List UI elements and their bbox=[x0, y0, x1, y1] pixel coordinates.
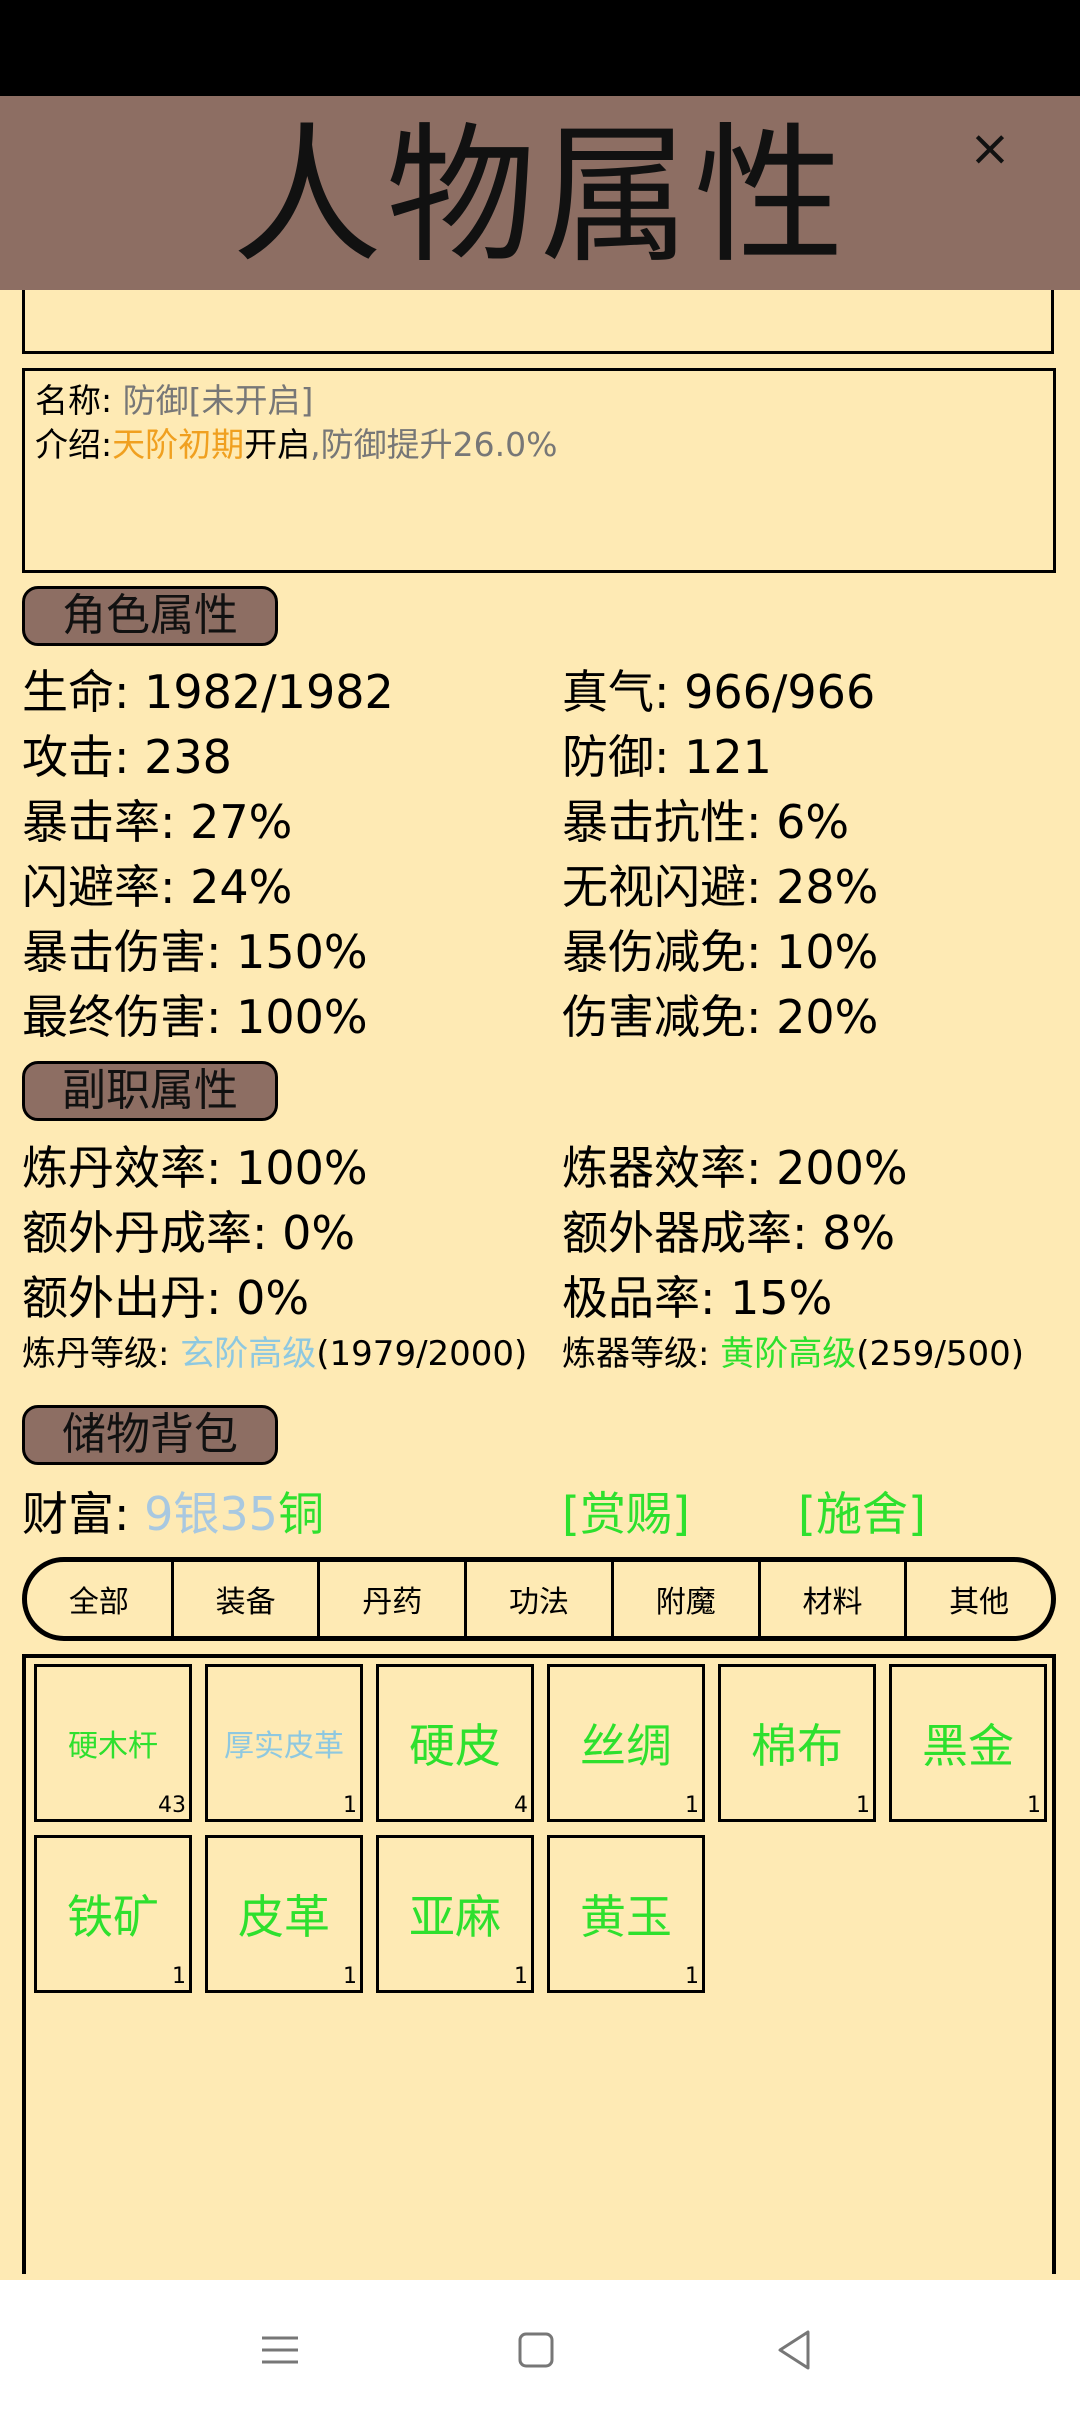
item-count: 4 bbox=[514, 1793, 528, 1818]
inventory-slot[interactable]: 铁矿 1 bbox=[34, 1835, 192, 1993]
character-stat-right: 暴击抗性: 6% bbox=[562, 795, 850, 849]
secondary-stat-left: 额外出丹: 0% bbox=[22, 1271, 310, 1325]
wealth-silver-unit: 银 bbox=[173, 1487, 220, 1541]
character-stat-right: 伤害减免: 20% bbox=[562, 990, 879, 1044]
skill-info-box: 名称: 防御[未开启] 介绍:天阶初期开启,防御提升26.0% bbox=[22, 368, 1056, 573]
skill-name-label: 名称: bbox=[35, 381, 113, 420]
close-icon[interactable]: × bbox=[960, 118, 1020, 178]
tab-all[interactable]: 全部 bbox=[27, 1562, 174, 1636]
wealth-label: 财富: bbox=[22, 1487, 130, 1541]
forge-level-progress: (259/500) bbox=[856, 1334, 1025, 1374]
inventory-slot[interactable]: 硬皮 4 bbox=[376, 1664, 534, 1822]
tab-materials[interactable]: 材料 bbox=[761, 1562, 908, 1636]
item-name: 黄玉 bbox=[580, 1890, 672, 1944]
item-name: 棉布 bbox=[751, 1719, 843, 1773]
item-count: 1 bbox=[172, 1964, 186, 1989]
character-stat-left: 生命: 1982/1982 bbox=[22, 665, 394, 719]
secondary-stat-right: 炼器效率: 200% bbox=[562, 1141, 908, 1195]
inventory-slot[interactable]: 丝绸 1 bbox=[547, 1664, 705, 1822]
item-count: 1 bbox=[1027, 1793, 1041, 1818]
alchemy-level-tier: 玄阶高级 bbox=[180, 1334, 317, 1374]
wealth-silver: 9 bbox=[144, 1487, 174, 1541]
home-icon[interactable] bbox=[506, 2320, 566, 2380]
forge-level-label: 炼器等级: bbox=[562, 1334, 710, 1374]
secondary-stat-left: 额外丹成率: 0% bbox=[22, 1206, 356, 1260]
bag-tabs: 全部 装备 丹药 功法 附魔 材料 其他 bbox=[22, 1557, 1056, 1641]
secondary-stat-left: 炼丹效率: 100% bbox=[22, 1141, 368, 1195]
item-name: 铁矿 bbox=[67, 1890, 159, 1944]
character-stat-right: 暴伤减免: 10% bbox=[562, 925, 879, 979]
item-name: 黑金 bbox=[922, 1719, 1014, 1773]
character-stat-right: 真气: 966/966 bbox=[562, 665, 876, 719]
skill-intro-open: 开启 bbox=[244, 425, 311, 464]
page-title: 人物属性 bbox=[231, 110, 848, 284]
skill-intro-rest: ,防御提升26.0% bbox=[310, 425, 558, 464]
character-stat-left: 攻击: 238 bbox=[22, 730, 232, 784]
reward-link[interactable]: [赏赐] bbox=[562, 1484, 690, 1544]
item-name: 厚实皮革 bbox=[224, 1729, 344, 1764]
secondary-stat-right: 额外器成率: 8% bbox=[562, 1206, 896, 1260]
alchemy-level-progress: (1979/2000) bbox=[316, 1334, 528, 1374]
menu-icon[interactable] bbox=[250, 2320, 310, 2380]
item-count: 1 bbox=[685, 1793, 699, 1818]
skill-name-line: 名称: 防御[未开启] bbox=[35, 379, 313, 423]
character-stat-right: 无视闪避: 28% bbox=[562, 860, 879, 914]
inventory-slot[interactable]: 硬木杆 43 bbox=[34, 1664, 192, 1822]
item-count: 1 bbox=[685, 1964, 699, 1989]
item-count: 1 bbox=[856, 1793, 870, 1818]
status-bar bbox=[0, 0, 1080, 96]
tab-pills[interactable]: 丹药 bbox=[320, 1562, 468, 1636]
character-stat-left: 闪避率: 24% bbox=[22, 860, 293, 914]
character-stat-left: 暴击率: 27% bbox=[22, 795, 293, 849]
inventory-slot[interactable]: 黑金 1 bbox=[889, 1664, 1047, 1822]
item-name: 硬皮 bbox=[409, 1719, 501, 1773]
tab-equipment[interactable]: 装备 bbox=[174, 1562, 321, 1636]
tab-other[interactable]: 其他 bbox=[907, 1562, 1051, 1636]
character-stat-left: 最终伤害: 100% bbox=[22, 990, 368, 1044]
wealth-copper-unit: 铜 bbox=[277, 1487, 324, 1541]
forge-level: 炼器等级: 黄阶高级(259/500) bbox=[562, 1330, 1024, 1378]
inventory-slot[interactable]: 棉布 1 bbox=[718, 1664, 876, 1822]
wealth: 财富: 9银35铜 bbox=[22, 1484, 324, 1544]
tab-enchant[interactable]: 附魔 bbox=[614, 1562, 761, 1636]
skill-intro-line: 介绍:天阶初期开启,防御提升26.0% bbox=[35, 423, 557, 467]
character-stat-left: 暴击伤害: 150% bbox=[22, 925, 368, 979]
skill-name-value: 防御[未开启] bbox=[122, 381, 314, 420]
item-count: 1 bbox=[343, 1964, 357, 1989]
inventory-slot[interactable]: 亚麻 1 bbox=[376, 1835, 534, 1993]
secondary-attributes-button[interactable]: 副职属性 bbox=[22, 1061, 278, 1121]
wealth-copper: 35 bbox=[219, 1487, 278, 1541]
item-count: 1 bbox=[343, 1793, 357, 1818]
skill-intro-label: 介绍: bbox=[35, 425, 113, 464]
item-name: 丝绸 bbox=[580, 1719, 672, 1773]
character-attributes-button[interactable]: 角色属性 bbox=[22, 586, 278, 646]
character-stat-right: 防御: 121 bbox=[562, 730, 772, 784]
alchemy-level-label: 炼丹等级: bbox=[22, 1334, 170, 1374]
forge-level-tier: 黄阶高级 bbox=[720, 1334, 857, 1374]
tab-skills[interactable]: 功法 bbox=[467, 1562, 614, 1636]
item-count: 43 bbox=[158, 1793, 186, 1818]
item-name: 皮革 bbox=[238, 1890, 330, 1944]
bag-grid: 硬木杆 43 厚实皮革 1 硬皮 4 丝绸 1 棉布 1 黑金 1 铁矿 1 皮革 1 亚麻 1 黄玉 1 bbox=[22, 1654, 1056, 2274]
inventory-slot[interactable]: 黄玉 1 bbox=[547, 1835, 705, 1993]
back-icon[interactable] bbox=[766, 2320, 826, 2380]
inventory-slot[interactable]: 厚实皮革 1 bbox=[205, 1664, 363, 1822]
storage-bag-button[interactable]: 储物背包 bbox=[22, 1405, 278, 1465]
item-count: 1 bbox=[514, 1964, 528, 1989]
donate-link[interactable]: [施舍] bbox=[798, 1484, 926, 1544]
secondary-stat-right: 极品率: 15% bbox=[562, 1271, 833, 1325]
skill-intro-highlight: 天阶初期 bbox=[112, 425, 245, 464]
alchemy-level: 炼丹等级: 玄阶高级(1979/2000) bbox=[22, 1330, 527, 1378]
inventory-slot[interactable]: 皮革 1 bbox=[205, 1835, 363, 1993]
description-frame bbox=[22, 290, 1054, 354]
item-name: 亚麻 bbox=[409, 1890, 501, 1944]
